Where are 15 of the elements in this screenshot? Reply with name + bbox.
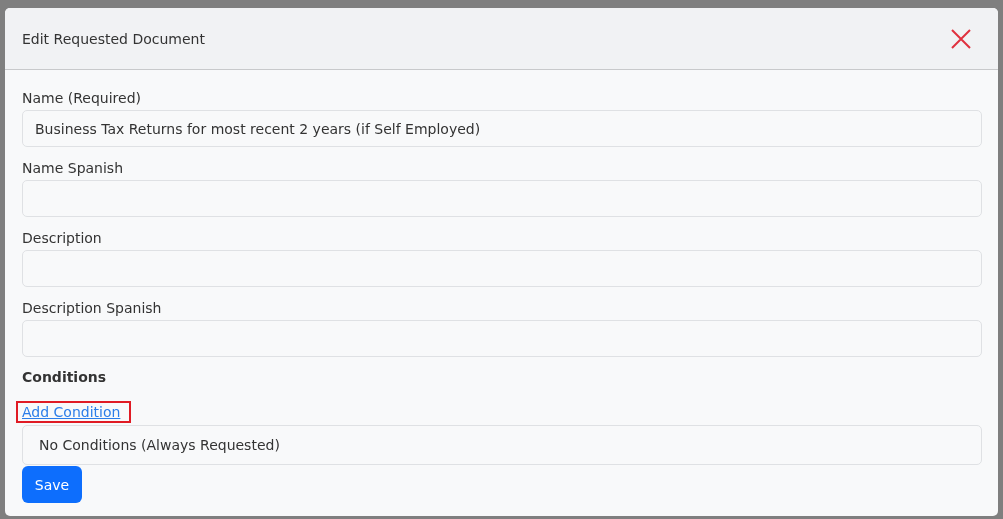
add-condition-link[interactable]: Add Condition: [16, 401, 132, 423]
dialog-title: Edit Requested Document: [22, 30, 205, 47]
conditions-list: No Conditions (Always Requested): [22, 425, 982, 465]
field-label: Name (Required): [22, 89, 142, 108]
close-icon: [950, 27, 972, 50]
close-button[interactable]: [950, 27, 972, 50]
text-field[interactable]: [22, 250, 982, 287]
text-field[interactable]: [22, 180, 982, 217]
field-label: Name Spanish: [22, 159, 125, 178]
field-label: Description Spanish: [22, 299, 163, 318]
field-label: Description: [22, 229, 103, 248]
text-field[interactable]: Business Tax Returns for most recent 2 years (if Self Employed): [22, 110, 982, 147]
save-button[interactable]: Save: [22, 466, 82, 503]
text-field[interactable]: [22, 320, 982, 357]
conditions-heading: Conditions: [22, 369, 108, 385]
